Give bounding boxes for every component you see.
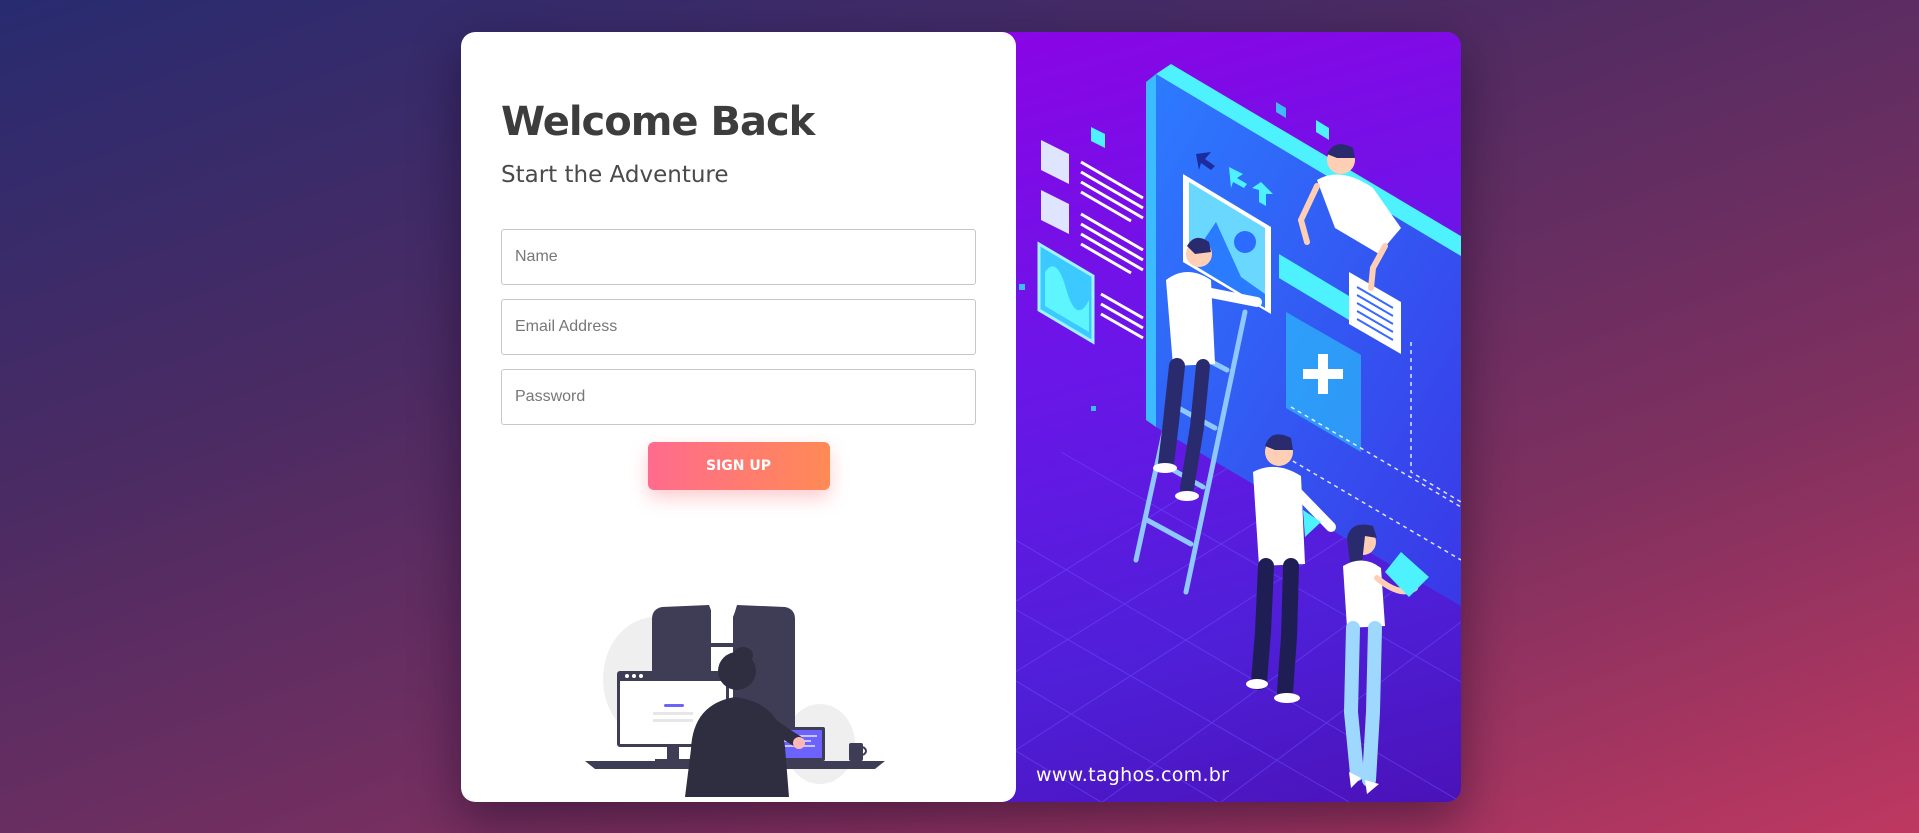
promo-illustration-panel: www.taghos.com.br (1001, 32, 1461, 802)
name-input[interactable] (501, 229, 976, 285)
signup-card: Welcome Back Start the Adventure SIGN UP (461, 32, 1461, 802)
email-input[interactable] (501, 299, 976, 355)
sign-up-button[interactable]: SIGN UP (647, 442, 830, 490)
page-title: Welcome Back (501, 99, 815, 145)
submit-row: SIGN UP (501, 442, 976, 490)
team-building-website-illustration (1001, 64, 1461, 802)
password-input[interactable] (501, 369, 976, 425)
person-at-desk-illustration (585, 605, 885, 797)
signup-form-panel: Welcome Back Start the Adventure SIGN UP (461, 32, 1016, 802)
signup-form: SIGN UP (501, 229, 976, 490)
website-url: www.taghos.com.br (1036, 764, 1230, 786)
page-subtitle: Start the Adventure (501, 162, 729, 188)
